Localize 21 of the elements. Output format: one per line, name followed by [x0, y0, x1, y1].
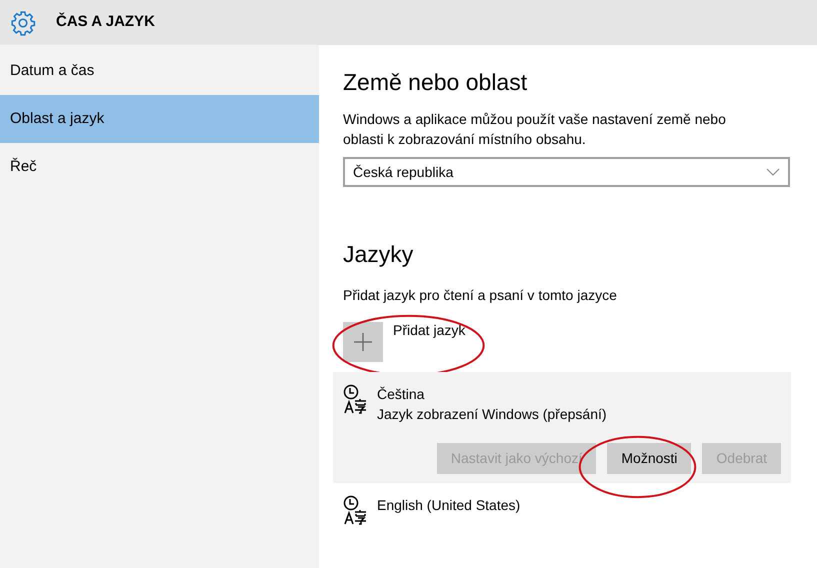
- section-description: Přidat jazyk pro čtení a psaní v tomto jazyce: [343, 286, 618, 305]
- plus-icon: [354, 333, 372, 351]
- sidebar-item[interactable]: Datum a čas: [0, 47, 319, 95]
- language-detail: Jazyk zobrazení Windows (přepsání): [377, 405, 607, 424]
- language-button[interactable]: Možnosti: [607, 443, 692, 474]
- language-item[interactable]: English (United States): [333, 483, 791, 533]
- language-name: Čeština: [377, 385, 426, 404]
- page-title: ČAS A JAZYK: [56, 12, 155, 32]
- add-language-label[interactable]: Přidat jazyk: [393, 320, 466, 341]
- language-name: English (United States): [377, 496, 520, 515]
- section-heading: Jazyky: [343, 240, 414, 269]
- language-icon: [343, 495, 367, 525]
- section-description: Windows a aplikace můžou použít vaše nastavení země nebo oblasti k zobrazování místního obsahu.: [343, 110, 727, 149]
- sidebar-item[interactable]: Řeč: [0, 143, 319, 191]
- add-button[interactable]: [343, 322, 383, 362]
- country-dropdown[interactable]: Česká republika: [343, 157, 790, 187]
- settings-icon: [10, 10, 36, 36]
- sidebar-item[interactable]: Oblast a jazyk: [0, 95, 319, 143]
- section-heading: Země nebo oblast: [343, 68, 528, 97]
- chevron-down-icon: [766, 168, 780, 176]
- language-icon: [343, 384, 367, 414]
